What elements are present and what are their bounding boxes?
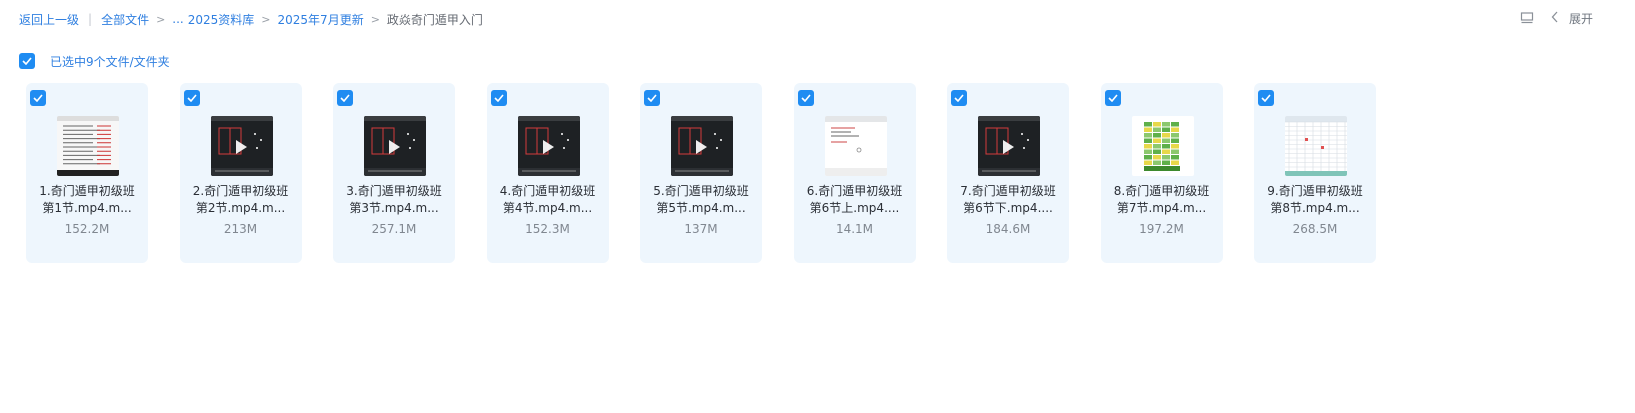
breadcrumb-july-update[interactable]: 2025年7月更新 [278, 11, 364, 28]
file-name[interactable]: 8.奇门遁甲初级班 第7节.mp4.m... [1101, 183, 1223, 217]
file-card[interactable]: 6.奇门遁甲初级班 第6节上.mp4.... 14.1M [793, 83, 916, 263]
breadcrumb-2025-library[interactable]: 2025资料库 [188, 11, 255, 28]
file-card[interactable]: 9.奇门遁甲初级班 第8节.mp4.m... 268.5M [1254, 83, 1376, 263]
file-name[interactable]: 9.奇门遁甲初级班 第8节.mp4.m... [1254, 183, 1376, 217]
video-thumbnail[interactable] [364, 116, 426, 176]
file-name[interactable]: 1.奇门遁甲初级班 第1节.mp4.m... [26, 183, 148, 217]
file-name[interactable]: 3.奇门遁甲初级班 第3节.mp4.m... [333, 183, 455, 217]
breadcrumb-ellipsis[interactable]: ... [172, 12, 183, 26]
file-name-line1: 8.奇门遁甲初级班 [1113, 184, 1210, 198]
chevron-left-icon [1551, 11, 1559, 26]
file-size: 184.6M [985, 222, 1031, 236]
file-name-line1: 6.奇门遁甲初级班 [806, 184, 903, 198]
file-checkbox[interactable] [337, 90, 353, 106]
file-size: 257.1M [371, 222, 417, 236]
file-size: 14.1M [835, 222, 874, 236]
breadcrumb-all-files[interactable]: 全部文件 [101, 11, 149, 28]
video-thumbnail[interactable] [517, 116, 580, 176]
file-card[interactable]: 7.奇门遁甲初级班 第6节下.mp4.... 184.6M [947, 83, 1069, 263]
expand-button[interactable]: 展开 [1551, 10, 1593, 27]
file-name-line1: 5.奇门遁甲初级班 [653, 184, 749, 198]
file-name-line2: 第2节.mp4.m... [195, 201, 286, 215]
file-name-line2: 第6节下.mp4.... [963, 201, 1053, 215]
file-name-line2: 第1节.mp4.m... [42, 201, 132, 215]
file-name[interactable]: 4.奇门遁甲初级班 第4节.mp4.m... [487, 183, 609, 217]
file-name-line2: 第4节.mp4.m... [502, 201, 593, 215]
video-thumbnail[interactable] [1285, 116, 1347, 176]
select-all-row: 已选中9个文件/文件夹 [19, 52, 170, 70]
selection-count-text: 已选中9个文件/文件夹 [50, 54, 170, 69]
file-checkbox[interactable] [183, 90, 200, 106]
select-all-checkbox[interactable] [19, 53, 35, 69]
file-size: 137M [684, 222, 718, 236]
file-card[interactable]: 3.奇门遁甲初级班 第3节.mp4.m... 257.1M [333, 83, 455, 263]
breadcrumb-separator: > [156, 12, 166, 26]
file-name[interactable]: 2.奇门遁甲初级班 第2节.mp4.m... [180, 183, 302, 217]
video-thumbnail[interactable] [57, 116, 119, 176]
breadcrumb-current: 政焱奇门遁甲入门 [386, 12, 483, 27]
video-thumbnail[interactable] [978, 116, 1040, 176]
file-checkbox[interactable] [644, 90, 660, 106]
breadcrumb-separator: > [370, 12, 380, 26]
file-checkbox[interactable] [797, 90, 814, 106]
file-name-line2: 第5节.mp4.m... [656, 201, 746, 215]
back-link[interactable]: 返回上一级 [19, 11, 79, 28]
video-thumbnail[interactable] [210, 116, 273, 176]
file-size: 268.5M [1292, 222, 1338, 236]
file-name[interactable]: 5.奇门遁甲初级班 第5节.mp4.m... [640, 183, 762, 217]
file-checkbox[interactable] [1258, 90, 1274, 106]
file-name-line1: 4.奇门遁甲初级班 [499, 184, 596, 198]
file-checkbox[interactable] [1104, 90, 1121, 106]
expand-label: 展开 [1568, 11, 1593, 26]
file-size: 152.3M [525, 222, 570, 236]
file-card[interactable]: 2.奇门遁甲初级班 第2节.mp4.m... 213M [179, 83, 302, 263]
file-checkbox[interactable] [30, 90, 46, 106]
breadcrumb-divider: | [88, 12, 93, 26]
file-checkbox[interactable] [951, 90, 967, 106]
file-card[interactable]: 4.奇门遁甲初级班 第4节.mp4.m... 152.3M [486, 83, 609, 263]
header-controls: 展开 [1519, 8, 1593, 28]
list-view-icon[interactable] [1519, 10, 1535, 26]
video-thumbnail[interactable] [671, 116, 733, 176]
file-size: 213M [223, 222, 258, 236]
file-name-line1: 2.奇门遁甲初级班 [192, 184, 289, 198]
breadcrumb-separator: > [261, 12, 271, 26]
file-name-line2: 第8节.mp4.m... [1270, 201, 1360, 215]
file-checkbox[interactable] [490, 90, 507, 106]
file-name[interactable]: 7.奇门遁甲初级班 第6节下.mp4.... [947, 183, 1069, 217]
file-name-line1: 1.奇门遁甲初级班 [39, 184, 135, 198]
file-card[interactable]: 8.奇门遁甲初级班 第7节.mp4.m... 197.2M [1100, 83, 1223, 263]
file-grid: 1.奇门遁甲初级班 第1节.mp4.m... 152.2M 2.奇门遁甲初级班 第2节.… [26, 83, 1408, 263]
file-card[interactable]: 1.奇门遁甲初级班 第1节.mp4.m... 152.2M [26, 83, 148, 263]
file-size: 197.2M [1139, 222, 1184, 236]
video-thumbnail[interactable] [1131, 116, 1194, 176]
file-browser: 返回上一级 | 全部文件 > ... 2025资料库 > 2025年7月更新 >… [0, 0, 1635, 413]
file-name-line1: 7.奇门遁甲初级班 [960, 184, 1056, 198]
file-name-line2: 第6节上.mp4.... [809, 201, 900, 215]
file-name-line1: 3.奇门遁甲初级班 [346, 184, 442, 198]
file-card[interactable]: 5.奇门遁甲初级班 第5节.mp4.m... 137M [640, 83, 762, 263]
breadcrumb: 返回上一级 | 全部文件 > ... 2025资料库 > 2025年7月更新 >… [19, 9, 483, 29]
file-name-line2: 第7节.mp4.m... [1116, 201, 1207, 215]
file-name-line1: 9.奇门遁甲初级班 [1267, 184, 1363, 198]
file-name-line2: 第3节.mp4.m... [349, 201, 439, 215]
file-size: 152.2M [64, 222, 110, 236]
file-name[interactable]: 6.奇门遁甲初级班 第6节上.mp4.... [794, 183, 916, 217]
video-thumbnail[interactable] [824, 116, 887, 176]
